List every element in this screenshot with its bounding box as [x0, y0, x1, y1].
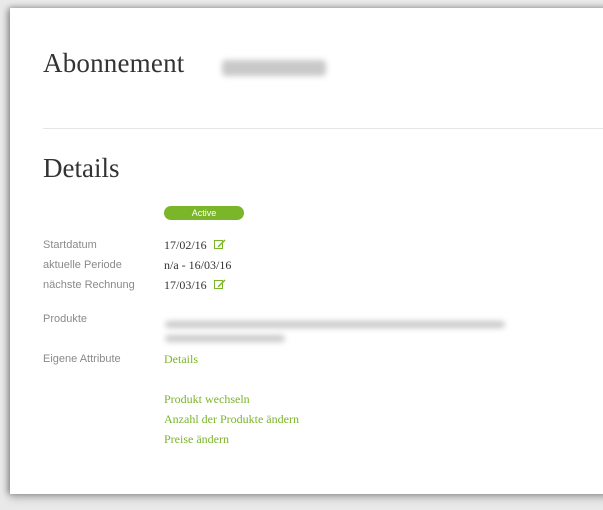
custom-attributes-label: Eigene Attribute	[43, 353, 121, 365]
start-date-label: Startdatum	[43, 239, 97, 251]
subscription-panel: Abonnement Details Active Startdatum 17/…	[10, 8, 603, 494]
redacted-product-line	[165, 321, 505, 328]
status-badge: Active	[164, 206, 244, 220]
edit-icon[interactable]	[213, 239, 226, 254]
change-quantity-link[interactable]: Anzahl der Produkte ändern	[164, 412, 299, 427]
change-product-link[interactable]: Produkt wechseln	[164, 392, 250, 407]
redacted-subscription-name	[222, 60, 326, 76]
edit-icon[interactable]	[213, 279, 226, 294]
divider	[43, 128, 603, 129]
start-date-value: 17/02/16	[164, 238, 207, 252]
change-prices-link[interactable]: Preise ändern	[164, 432, 229, 447]
next-invoice-value-row: 17/03/16	[164, 278, 226, 294]
products-label: Produkte	[43, 313, 88, 325]
next-invoice-value: 17/03/16	[164, 278, 207, 292]
attributes-details-link[interactable]: Details	[164, 352, 198, 367]
details-heading: Details	[43, 153, 120, 183]
redacted-product-line	[165, 335, 285, 342]
page-title: Abonnement	[43, 48, 185, 78]
next-invoice-label: nächste Rechnung	[43, 279, 135, 291]
current-period-label: aktuelle Periode	[43, 259, 122, 271]
start-date-value-row: 17/02/16	[164, 238, 226, 254]
current-period-value: n/a - 16/03/16	[164, 258, 232, 272]
